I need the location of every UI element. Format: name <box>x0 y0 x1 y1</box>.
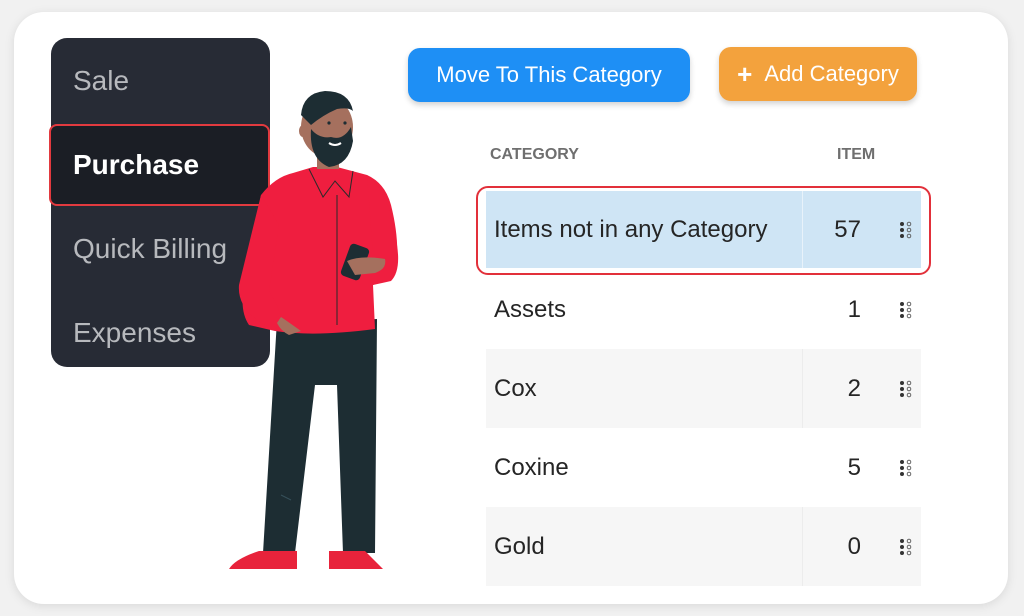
drag-handle-icon[interactable] <box>899 221 913 239</box>
sidebar-item-label: Quick Billing <box>73 233 228 264</box>
item-count: 2 <box>847 374 861 402</box>
table-row[interactable]: Coxine 5 <box>486 428 921 507</box>
right-shoe-shape <box>329 551 383 569</box>
sidebar-item-label: Purchase <box>73 149 200 180</box>
column-divider <box>802 349 803 428</box>
table-row[interactable]: Items not in any Category 57 <box>486 191 921 268</box>
item-count: 0 <box>847 532 861 560</box>
table-row[interactable]: Cox 2 <box>486 349 921 428</box>
column-header-category[interactable]: CATEGORY <box>490 146 579 164</box>
pants-shape <box>263 317 377 553</box>
drag-handle-icon[interactable] <box>899 459 913 477</box>
category-table: Items not in any Category 57 Assets 1 Co… <box>486 188 921 586</box>
item-count: 57 <box>834 215 861 243</box>
drag-handle-icon[interactable] <box>899 538 913 556</box>
item-count: 5 <box>847 453 861 481</box>
move-to-category-label: Move To This Category <box>436 62 662 87</box>
column-divider <box>802 191 803 268</box>
plus-icon: + <box>737 59 753 89</box>
drag-handle-icon[interactable] <box>899 301 913 319</box>
table-row[interactable]: Assets 1 <box>486 270 921 349</box>
left-shoe-shape <box>229 551 297 569</box>
table-row[interactable]: Gold 0 <box>486 507 921 586</box>
item-count: 1 <box>847 295 861 323</box>
move-to-category-button[interactable]: Move To This Category <box>408 48 690 102</box>
drag-handle-icon[interactable] <box>899 380 913 398</box>
column-divider <box>802 507 803 586</box>
sidebar-item-label: Sale <box>73 65 130 96</box>
sidebar-item-label: Expenses <box>73 317 196 348</box>
man-with-phone-illustration <box>229 91 399 569</box>
add-category-label: Add Category <box>764 61 899 86</box>
add-category-button[interactable]: + Add Category <box>719 47 917 101</box>
column-header-item[interactable]: ITEM <box>837 146 875 164</box>
